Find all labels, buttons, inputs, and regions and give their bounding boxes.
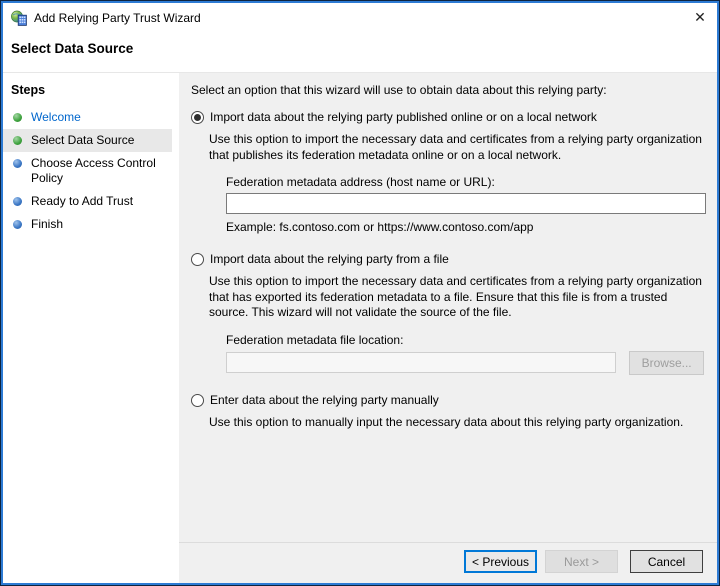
metadata-file-input[interactable] [226, 352, 617, 373]
option-online-description: Use this option to import the necessary … [209, 132, 702, 162]
next-button[interactable]: Next > [545, 550, 618, 573]
sidebar-item-label: Welcome [31, 110, 81, 124]
sidebar-item-label: Finish [31, 217, 64, 231]
wizard-footer: < Previous Next > Cancel [179, 542, 717, 583]
page-header: Select Data Source [3, 32, 717, 72]
close-button[interactable]: ✕ [683, 3, 717, 32]
sidebar-item-label: Select Data Source [31, 133, 135, 147]
sidebar-item-select-data-source: Select Data Source [3, 129, 172, 152]
step-pending-bullet-icon [13, 220, 22, 229]
sidebar-item-ready-to-add-trust: Ready to Add Trust [3, 190, 172, 213]
main-panel: Select an option that this wizard will u… [179, 73, 717, 583]
option-import-file: Import data about the relying party from… [191, 252, 704, 266]
browse-button[interactable]: Browse... [629, 350, 704, 375]
step-done-bullet-icon [13, 136, 22, 145]
title-bar: Add Relying Party Trust Wizard ✕ [3, 3, 717, 32]
option-import-online: Import data about the relying party publ… [191, 110, 704, 124]
steps-title: Steps [11, 83, 46, 97]
radio-import-file[interactable] [191, 253, 204, 266]
radio-enter-manually[interactable] [191, 393, 204, 407]
intro-text: Select an option that this wizard will u… [191, 83, 607, 97]
sidebar-item-label: Ready to Add Trust [31, 194, 134, 208]
main-content: Select an option that this wizard will u… [179, 73, 717, 542]
wizard-window: Add Relying Party Trust Wizard ✕ Select … [1, 1, 719, 585]
cancel-button[interactable]: Cancel [630, 550, 703, 573]
metadata-address-input[interactable] [226, 193, 706, 214]
sidebar-item-finish: Finish [3, 213, 172, 236]
metadata-file-label: Federation metadata file location: [226, 332, 404, 347]
wizard-body: Steps Welcome Select Data Source Choose … [3, 72, 717, 583]
sidebar-item-welcome: Welcome [3, 106, 172, 129]
metadata-address-label: Federation metadata address (host name o… [226, 175, 495, 189]
metadata-address-example: Example: fs.contoso.com or https://www.c… [226, 220, 534, 234]
radio-enter-manually-label[interactable]: Enter data about the relying party manua… [210, 393, 439, 407]
option-file-description: Use this option to import the necessary … [209, 274, 702, 319]
adfs-wizard-icon [11, 10, 27, 26]
option-manual-description: Use this option to manually input the ne… [209, 414, 684, 429]
option-enter-manually: Enter data about the relying party manua… [191, 393, 704, 407]
radio-import-file-label[interactable]: Import data about the relying party from… [210, 252, 449, 266]
steps-sidebar: Steps Welcome Select Data Source Choose … [3, 73, 179, 583]
radio-import-online[interactable] [191, 111, 204, 124]
step-pending-bullet-icon [13, 159, 22, 168]
page-title: Select Data Source [11, 41, 134, 56]
window-title: Add Relying Party Trust Wizard [34, 10, 201, 25]
radio-import-online-label[interactable]: Import data about the relying party publ… [210, 110, 597, 124]
sidebar-item-label: Choose Access Control Policy [31, 156, 156, 185]
metadata-file-row: Browse... [226, 350, 704, 375]
sidebar-item-choose-access-control-policy: Choose Access Control Policy [3, 152, 172, 190]
step-done-bullet-icon [13, 113, 22, 122]
previous-button[interactable]: < Previous [464, 550, 537, 573]
step-pending-bullet-icon [13, 197, 22, 206]
